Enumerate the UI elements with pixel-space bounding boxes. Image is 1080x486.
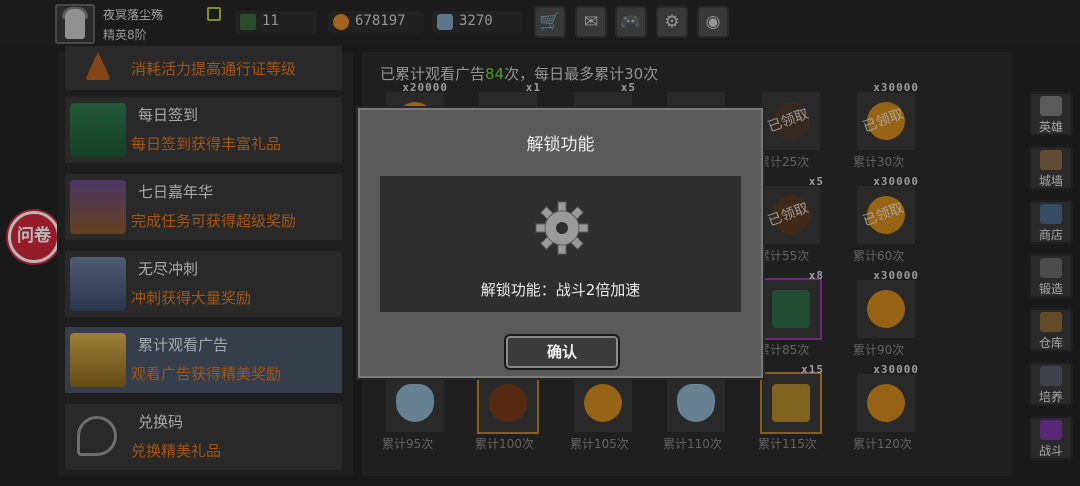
dialog-title: 解锁功能 bbox=[526, 135, 595, 155]
dialog-message: 解锁功能：战斗2倍加速 bbox=[480, 281, 641, 299]
unlock-dialog: 解锁功能 解锁功能：战斗2倍加速 确认 bbox=[356, 106, 765, 380]
gear-icon bbox=[535, 201, 589, 255]
confirm-button[interactable]: 确认 bbox=[504, 334, 620, 370]
